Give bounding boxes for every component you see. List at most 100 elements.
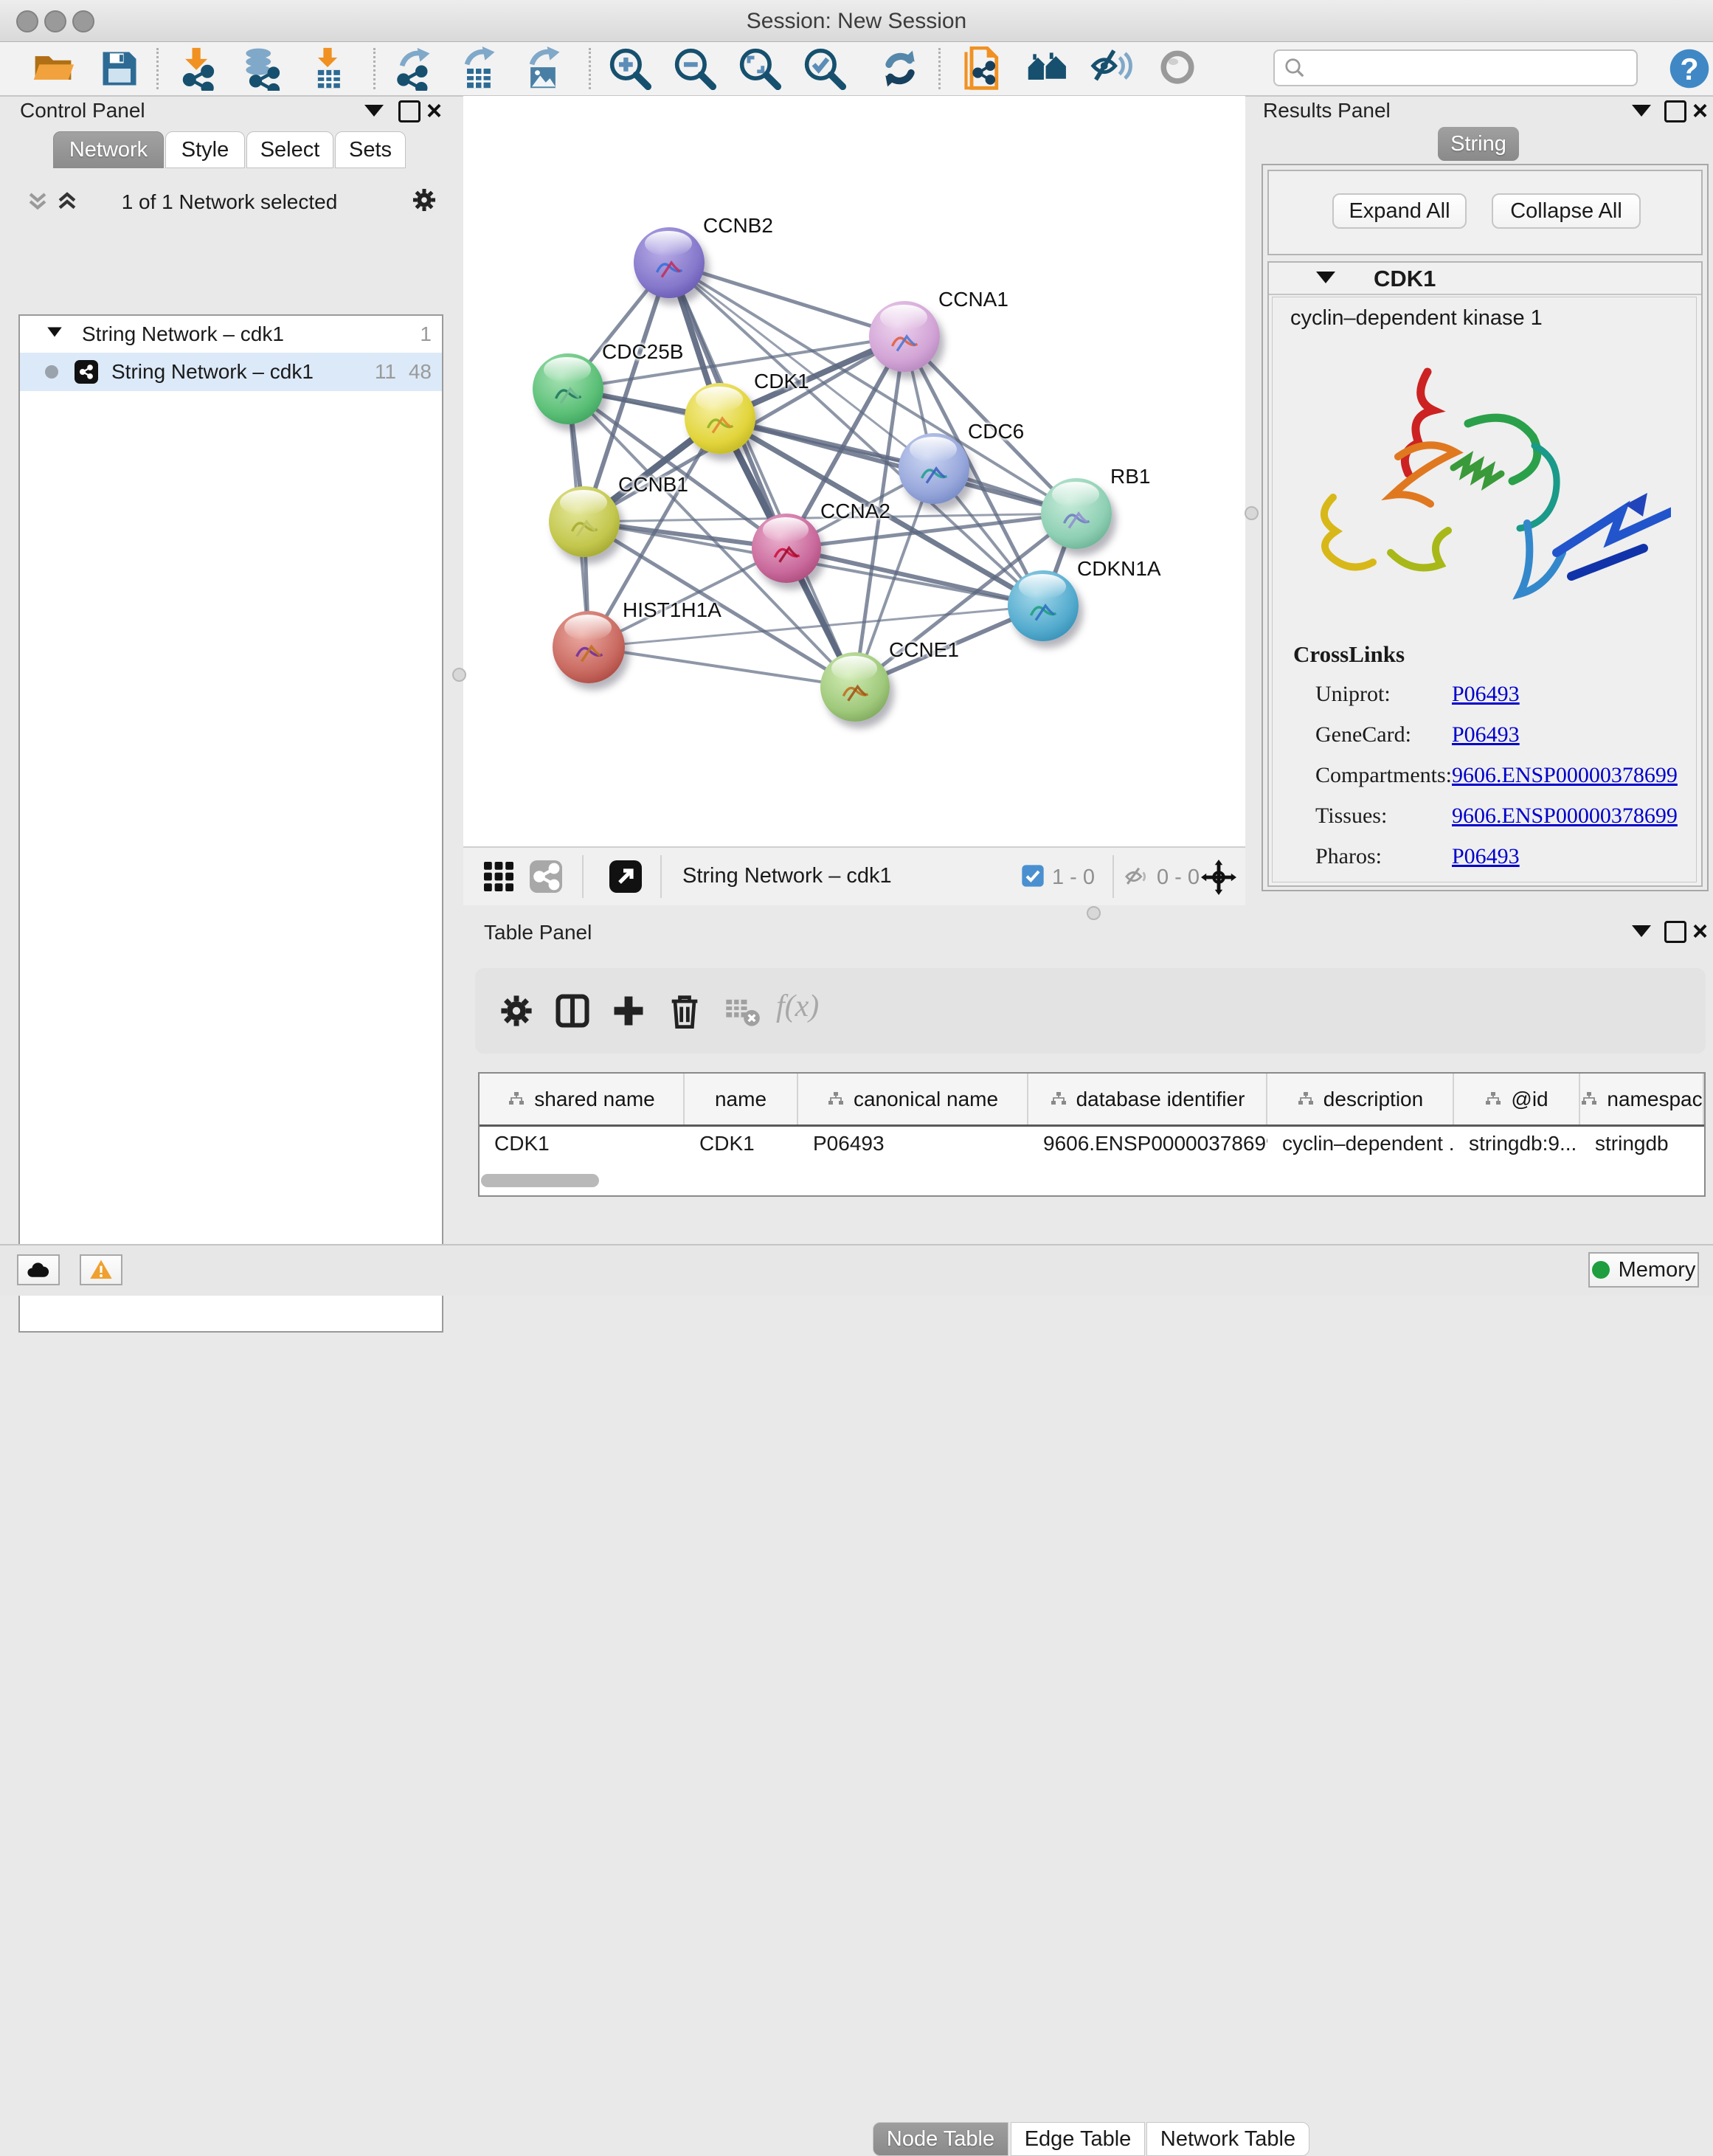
left-splitter-handle[interactable] xyxy=(452,668,466,682)
expand-all-button[interactable]: Expand All xyxy=(1332,193,1467,229)
network-collection-row[interactable]: String Network – cdk1 1 xyxy=(20,316,442,353)
import-network-icon[interactable] xyxy=(176,46,220,91)
memory-button[interactable]: Memory xyxy=(1588,1252,1699,1288)
table-panel-menu-icon[interactable] xyxy=(1632,925,1651,937)
results-panel-close-icon[interactable]: × xyxy=(1692,102,1708,120)
network-row-selected[interactable]: String Network – cdk1 11 48 xyxy=(20,353,442,391)
crosslink-link[interactable]: 9606.ENSP00000378699 xyxy=(1452,804,1678,829)
network-node-CCNA2[interactable]: CCNA2 xyxy=(752,514,821,583)
table-cell: 9606.ENSP00000378699 xyxy=(1028,1132,1267,1155)
control-panel-close-icon[interactable]: × xyxy=(426,102,442,120)
network-node-RB1[interactable]: RB1 xyxy=(1041,478,1112,549)
selected-count: 1 - 0 xyxy=(1052,865,1095,890)
network-node-HIST1H1A[interactable]: HIST1H1A xyxy=(553,611,625,683)
crosshair-icon[interactable] xyxy=(1201,860,1236,895)
warning-button[interactable] xyxy=(80,1254,122,1285)
network-node-CCNA1[interactable]: CCNA1 xyxy=(869,301,940,372)
table-row[interactable]: CDK1CDK1P064939606.ENSP00000378699cyclin… xyxy=(480,1127,1704,1161)
tab-edge-table[interactable]: Edge Table xyxy=(1011,2122,1145,2156)
help-icon[interactable]: ? xyxy=(1667,46,1712,91)
refresh-icon[interactable] xyxy=(878,46,922,91)
table-panel-close-icon[interactable]: × xyxy=(1692,922,1708,940)
column-header--id[interactable]: @id xyxy=(1454,1074,1580,1124)
import-table-icon[interactable] xyxy=(305,46,350,91)
collapse-all-button[interactable]: Collapse All xyxy=(1492,193,1641,229)
birdseye-view-icon[interactable] xyxy=(608,859,643,894)
results-panel-float-icon[interactable] xyxy=(1664,100,1686,122)
tab-select[interactable]: Select xyxy=(246,131,333,168)
hidden-eye-icon[interactable] xyxy=(1124,864,1149,889)
export-network-icon[interactable] xyxy=(391,46,435,91)
gear-icon[interactable] xyxy=(497,992,536,1030)
open-session-icon[interactable] xyxy=(31,46,75,91)
crosslink-link[interactable]: P06493 xyxy=(1452,844,1520,869)
delete-table-icon[interactable] xyxy=(723,992,761,1030)
show-eye-icon[interactable] xyxy=(1155,46,1200,91)
node-label: CDKN1A xyxy=(1077,557,1161,581)
network-node-CCNB2[interactable]: CCNB2 xyxy=(634,227,705,298)
string-results-container: Expand All Collapse All CDK1 cyclin–depe… xyxy=(1262,164,1709,891)
export-image-icon[interactable] xyxy=(521,46,565,91)
network-options-gear-icon[interactable] xyxy=(410,186,438,218)
column-header-database-identifier[interactable]: database identifier xyxy=(1028,1074,1267,1124)
table-cell: CDK1 xyxy=(685,1132,798,1155)
collection-expand-icon[interactable] xyxy=(45,322,64,347)
network-node-CCNB1[interactable]: CCNB1 xyxy=(549,486,620,557)
save-session-icon[interactable] xyxy=(97,46,142,91)
hide-panels-icon[interactable] xyxy=(1090,46,1135,91)
home-pages-icon[interactable] xyxy=(1025,46,1070,91)
crosslink-link[interactable]: P06493 xyxy=(1452,682,1520,707)
column-header-name[interactable]: name xyxy=(685,1074,798,1124)
zoom-in-icon[interactable] xyxy=(608,46,652,91)
import-network-from-database-icon[interactable] xyxy=(239,46,283,91)
tab-network-table[interactable]: Network Table xyxy=(1146,2122,1309,2156)
column-type-icon xyxy=(508,1091,525,1108)
share-view-icon[interactable] xyxy=(528,859,564,894)
function-icon[interactable]: f(x) xyxy=(776,989,819,1024)
node-label: RB1 xyxy=(1110,465,1150,488)
network-canvas[interactable]: CCNB2 CCNA1 CDC25B CDK1 CDC6 RB1 CCNB1 xyxy=(463,96,1245,846)
entry-collapse-icon[interactable] xyxy=(1316,272,1335,283)
footer-separator xyxy=(582,855,584,898)
share-document-icon[interactable] xyxy=(961,46,1005,91)
selected-checkbox[interactable] xyxy=(1021,864,1045,888)
zoom-selected-icon[interactable] xyxy=(803,46,847,91)
control-panel-title: Control Panel xyxy=(20,99,145,122)
zoom-out-icon[interactable] xyxy=(673,46,717,91)
tab-sets[interactable]: Sets xyxy=(335,131,406,168)
network-selection-status: 1 of 1 Network selected xyxy=(18,190,440,214)
control-panel-float-icon[interactable] xyxy=(398,100,421,122)
cloud-button[interactable] xyxy=(17,1254,60,1285)
crosslink-label: GeneCard: xyxy=(1315,722,1452,747)
horizontal-scrollbar[interactable] xyxy=(481,1174,599,1187)
control-panel-menu-icon[interactable] xyxy=(364,105,384,117)
column-header-shared-name[interactable]: shared name xyxy=(480,1074,685,1124)
node-label: CCNA1 xyxy=(938,288,1008,311)
grid-view-icon[interactable] xyxy=(481,859,516,894)
network-node-CDC6[interactable]: CDC6 xyxy=(899,433,969,504)
delete-icon[interactable] xyxy=(665,992,704,1030)
crosslink-link[interactable]: 9606.ENSP00000378699 xyxy=(1452,763,1678,788)
table-panel-float-icon[interactable] xyxy=(1664,921,1686,943)
network-node-CDK1[interactable]: CDK1 xyxy=(685,383,755,454)
toolbar-separator xyxy=(156,48,159,89)
tab-node-table[interactable]: Node Table xyxy=(873,2122,1008,2156)
gene-description: cyclin–dependent kinase 1 xyxy=(1290,306,1543,331)
zoom-fit-icon[interactable] xyxy=(738,46,782,91)
network-node-CCNE1[interactable]: CCNE1 xyxy=(820,652,890,722)
search-input[interactable] xyxy=(1273,49,1638,86)
results-panel-menu-icon[interactable] xyxy=(1632,105,1651,117)
column-header-canonical-name[interactable]: canonical name xyxy=(798,1074,1028,1124)
tab-style[interactable]: Style xyxy=(165,131,245,168)
network-node-CDKN1A[interactable]: CDKN1A xyxy=(1008,570,1079,641)
column-header-description[interactable]: description xyxy=(1267,1074,1454,1124)
column-header-namespac[interactable]: namespac xyxy=(1580,1074,1704,1124)
tab-network[interactable]: Network xyxy=(53,131,164,168)
columns-icon[interactable] xyxy=(553,992,592,1030)
crosslink-link[interactable]: P06493 xyxy=(1452,722,1520,747)
add-column-icon[interactable] xyxy=(609,992,648,1030)
network-node-count: 11 xyxy=(375,360,396,384)
network-node-CDC25B[interactable]: CDC25B xyxy=(533,353,603,424)
export-table-icon[interactable] xyxy=(456,46,500,91)
tab-string[interactable]: String xyxy=(1438,127,1519,161)
